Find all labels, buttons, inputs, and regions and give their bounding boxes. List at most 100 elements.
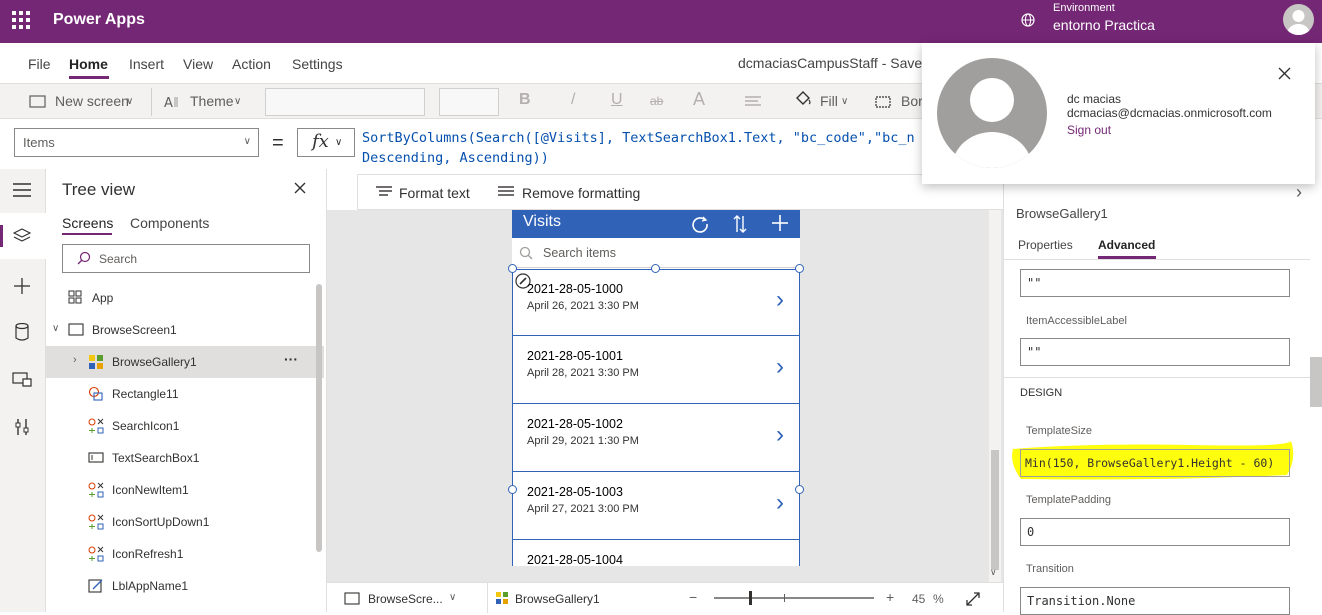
align-icon[interactable] <box>744 94 768 110</box>
tab-screens[interactable]: Screens <box>62 215 113 231</box>
menu-home[interactable]: Home <box>69 56 108 72</box>
formula-line-2: Descending, Ascending)) <box>362 150 549 166</box>
tree-item-label: SearchIcon1 <box>112 419 180 433</box>
formula-editor[interactable]: SortByColumns(Search([@Visits], TextSear… <box>362 128 932 168</box>
svg-text:A: A <box>164 96 173 110</box>
zoom-in-button[interactable]: + <box>886 589 894 605</box>
gallery-item[interactable]: 2021-28-05-1001 April 28, 2021 3:30 PM › <box>512 337 800 404</box>
add-icon[interactable] <box>771 214 789 232</box>
control-breadcrumb[interactable]: BrowseGallery1 <box>515 592 600 606</box>
chevron-down-icon[interactable]: ∨ <box>449 592 456 603</box>
item-accessible-label-field[interactable]: "" <box>1020 338 1290 366</box>
user-avatar[interactable] <box>1283 4 1314 35</box>
close-icon[interactable] <box>1278 67 1291 80</box>
tree-item-textsearchbox1[interactable]: TextSearchBox1 <box>46 442 316 474</box>
template-padding-field[interactable]: 0 <box>1020 518 1290 546</box>
font-color-button[interactable]: A <box>693 89 705 110</box>
app-launcher-icon[interactable] <box>12 11 30 29</box>
status-bar: BrowseScre... ∨ BrowseGallery1 − + 45 % <box>327 582 1003 613</box>
account-email: dcmacias@dcmacias.onmicrosoft.com <box>1067 106 1272 120</box>
tree-item-iconnewitem1[interactable]: IconNewItem1 <box>46 474 316 506</box>
more-options-icon[interactable]: ··· <box>284 351 298 367</box>
tree-item-browsescreen1[interactable]: ∨ BrowseScreen1 <box>46 314 316 346</box>
close-icon[interactable] <box>294 182 306 194</box>
tree-scrollbar[interactable] <box>316 284 322 552</box>
menu-file[interactable]: File <box>28 56 51 72</box>
menu-settings[interactable]: Settings <box>292 56 343 72</box>
gallery-item[interactable]: 2021-28-05-1002 April 29, 2021 1:30 PM › <box>512 405 800 472</box>
top-bar: Power Apps Environment entorno Practica <box>0 0 1322 43</box>
font-family-select[interactable] <box>265 88 425 116</box>
font-size-select[interactable] <box>439 88 499 116</box>
new-screen-button[interactable]: New screen <box>55 93 129 109</box>
resize-handle[interactable] <box>508 485 517 494</box>
underline-button[interactable]: U <box>611 91 623 109</box>
chevron-right-icon[interactable]: › <box>776 353 784 381</box>
remove-formatting-button[interactable]: Remove formatting <box>522 185 640 201</box>
property-field[interactable]: "" <box>1020 269 1290 297</box>
format-text-button[interactable]: Format text <box>399 185 470 201</box>
resize-handle[interactable] <box>795 264 804 273</box>
transition-field[interactable]: Transition.None <box>1020 587 1290 615</box>
tree-item-rectangle11[interactable]: Rectangle11 <box>46 378 316 410</box>
tree-item-searchicon1[interactable]: SearchIcon1 <box>46 410 316 442</box>
tab-components[interactable]: Components <box>130 215 209 231</box>
function-button[interactable]: fx ∨ <box>297 128 355 157</box>
scroll-down-icon[interactable]: ∨ <box>990 567 997 578</box>
tree-search-input[interactable]: Search <box>62 244 310 273</box>
gallery-item-date: April 29, 2021 1:30 PM <box>527 435 639 447</box>
bold-button[interactable]: B <box>519 91 531 109</box>
tree-view-panel: Tree view Screens Components Search App … <box>46 169 327 612</box>
refresh-icon[interactable] <box>690 214 710 234</box>
zoom-out-button[interactable]: − <box>689 589 697 605</box>
chevron-right-icon[interactable]: › <box>776 489 784 517</box>
design-section-header: DESIGN <box>1020 387 1063 399</box>
screen-icon <box>68 323 84 336</box>
tree-item-iconrefresh1[interactable]: IconRefresh1 <box>46 538 316 570</box>
chevron-right-icon[interactable]: › <box>776 286 784 314</box>
menu-view[interactable]: View <box>183 56 213 72</box>
resize-handle[interactable] <box>508 264 517 273</box>
app-header: Visits <box>512 210 800 238</box>
template-size-field[interactable]: Min(150, BrowseGallery1.Height - 60) <box>1020 449 1290 477</box>
environment-picker[interactable]: entorno Practica <box>1053 17 1155 33</box>
sort-up-down-icon[interactable] <box>732 214 748 234</box>
chevron-right-icon[interactable]: › <box>776 421 784 449</box>
italic-button[interactable]: / <box>571 91 575 109</box>
tree-item-lblappname1[interactable]: LblAppName1 <box>46 570 316 602</box>
tree-view-rail-button[interactable] <box>0 213 46 259</box>
border-button[interactable]: Bor <box>901 93 923 109</box>
tab-properties[interactable]: Properties <box>1018 238 1073 252</box>
property-select[interactable]: Items ∨ <box>14 128 259 157</box>
media-icon[interactable] <box>12 371 32 387</box>
zoom-slider[interactable] <box>714 591 874 605</box>
tree-item-iconsortupdown1[interactable]: IconSortUpDown1 <box>46 506 316 538</box>
tree-item-browsegallery1[interactable]: › BrowseGallery1 ··· <box>46 346 324 378</box>
scroll-thumb[interactable] <box>991 450 999 570</box>
strikethrough-button[interactable]: ab <box>650 94 663 108</box>
resize-handle[interactable] <box>651 264 660 273</box>
hamburger-icon[interactable] <box>13 183 31 197</box>
resize-handle[interactable] <box>795 485 804 494</box>
gallery-item[interactable]: 2021-28-05-1000 April 26, 2021 3:30 PM › <box>512 269 800 336</box>
selection-border-right <box>799 268 800 566</box>
chevron-right-icon[interactable]: › <box>1296 182 1302 203</box>
properties-scrollbar[interactable] <box>1310 357 1322 407</box>
fit-screen-icon[interactable] <box>965 591 981 607</box>
menu-insert[interactable]: Insert <box>129 56 164 72</box>
tree-item-app[interactable]: App <box>46 282 316 314</box>
sign-out-link[interactable]: Sign out <box>1067 123 1111 137</box>
gallery-item[interactable]: 2021-28-05-1004 <box>512 541 800 566</box>
tab-advanced[interactable]: Advanced <box>1098 238 1155 252</box>
tools-icon[interactable] <box>14 418 30 436</box>
canvas-scrollbar[interactable]: ∨ <box>989 210 1001 582</box>
zoom-slider-thumb[interactable] <box>749 591 752 605</box>
menu-action[interactable]: Action <box>232 56 271 72</box>
plus-icon[interactable] <box>13 277 31 295</box>
textbox-icon <box>88 452 104 463</box>
fill-button[interactable]: Fill <box>820 93 838 109</box>
gallery-item[interactable]: 2021-28-05-1003 April 27, 2021 3:00 PM › <box>512 473 800 540</box>
screen-breadcrumb[interactable]: BrowseScre... <box>368 592 443 606</box>
database-icon[interactable] <box>14 323 30 341</box>
theme-button[interactable]: Theme <box>190 93 234 109</box>
